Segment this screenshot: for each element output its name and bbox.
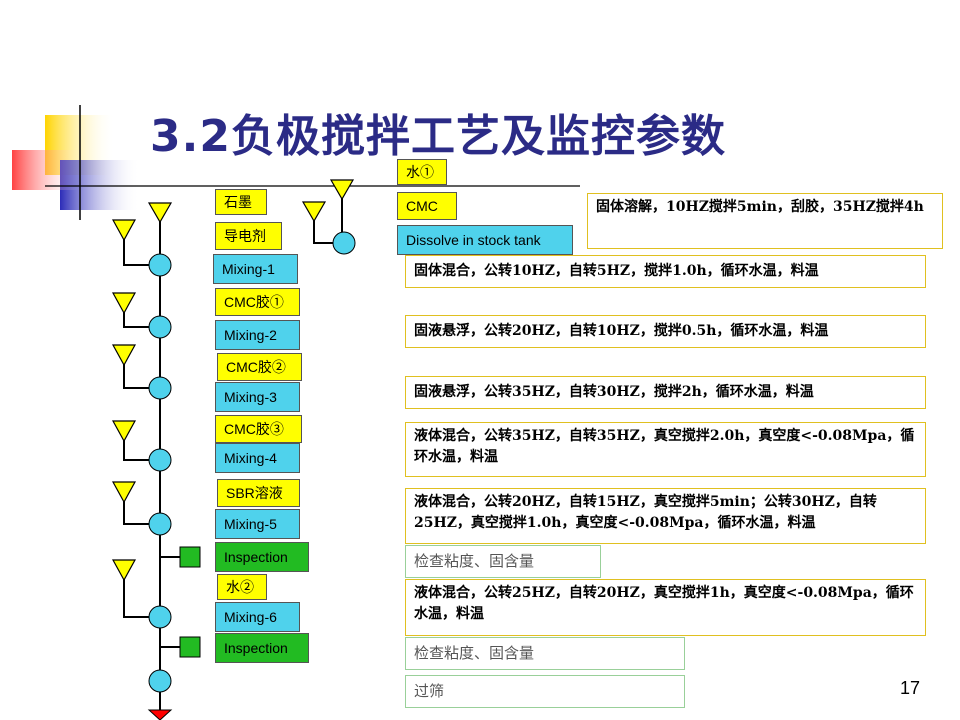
mixing-1-parameter-note: 固体混合，公转10HZ，自转5HZ，搅拌1.0h，循环水温，料温: [405, 255, 926, 288]
mixing-node: [148, 605, 172, 629]
cmc-glue-2-label: CMC胶②: [217, 353, 302, 381]
hopper-icon: [111, 559, 137, 582]
water-1-label: 水①: [397, 159, 447, 185]
inspection-1-label: Inspection: [215, 542, 309, 572]
hopper-icon: [111, 292, 137, 315]
mixing-node: [148, 512, 172, 536]
hopper-icon: [301, 201, 327, 223]
page-number: 17: [900, 678, 921, 698]
conductive-agent-label: 导电剂: [215, 222, 282, 250]
hopper-icon: [111, 344, 137, 367]
graphite-label: 石墨: [215, 189, 267, 215]
inspection-1-parameter-note: 检查粘度、固含量: [405, 545, 601, 578]
hopper-icon: [147, 202, 173, 224]
mixing-5-label: Mixing-5: [215, 509, 300, 539]
mixing-2-label: Mixing-2: [215, 320, 300, 350]
hopper-icon: [329, 179, 355, 201]
mixing-6-parameter-note: 液体混合，公转25HZ，自转20HZ，真空搅拌1h，真空度<-0.08Mpa，循…: [405, 579, 926, 636]
hopper-icon: [111, 481, 137, 504]
end-marker-icon: [147, 709, 173, 720]
inspection-2-label: Inspection: [215, 633, 309, 663]
stock-tank-node: [332, 231, 356, 255]
cmc-label: CMC: [397, 192, 457, 220]
mixing-2-parameter-note: 固液悬浮，公转20HZ，自转10HZ，搅拌0.5h，循环水温，料温: [405, 315, 926, 348]
water-2-label: 水②: [217, 574, 267, 600]
dissolve-parameter-note: 固体溶解，10HZ搅拌5min，刮胶，35HZ搅拌4h: [587, 193, 943, 249]
inspection-markers: [179, 546, 201, 658]
sieve-node: [148, 669, 172, 693]
mixing-3-parameter-note: 固液悬浮，公转35HZ，自转30HZ，搅拌2h，循环水温，料温: [405, 376, 926, 409]
mixing-node: [148, 315, 172, 339]
sbr-solution-label: SBR溶液: [217, 479, 300, 507]
sieve-parameter-note: 过筛: [405, 675, 685, 708]
mixing-node: [148, 376, 172, 400]
mixing-node: [148, 448, 172, 472]
cmc-glue-1-label: CMC胶①: [215, 288, 300, 316]
inspection-2-parameter-note: 检查粘度、固含量: [405, 637, 685, 670]
hopper-icon: [111, 420, 137, 443]
hopper-icon: [111, 219, 137, 242]
inspection-marker: [179, 636, 201, 658]
mixing-3-label: Mixing-3: [215, 382, 300, 412]
inspection-marker: [179, 546, 201, 568]
cmc-glue-3-label: CMC胶③: [215, 415, 302, 443]
mixing-5-parameter-note: 液体混合，公转20HZ，自转15HZ，真空搅拌5min；公转30HZ，自转25H…: [405, 488, 926, 544]
mixing-1-label: Mixing-1: [213, 254, 298, 284]
mixing-6-label: Mixing-6: [215, 602, 300, 632]
mixing-node: [148, 253, 172, 277]
mixing-4-parameter-note: 液体混合，公转35HZ，自转35HZ，真空搅拌2.0h，真空度<-0.08Mpa…: [405, 422, 926, 477]
dissolve-label: Dissolve in stock tank: [397, 225, 573, 255]
mixing-4-label: Mixing-4: [215, 443, 300, 473]
